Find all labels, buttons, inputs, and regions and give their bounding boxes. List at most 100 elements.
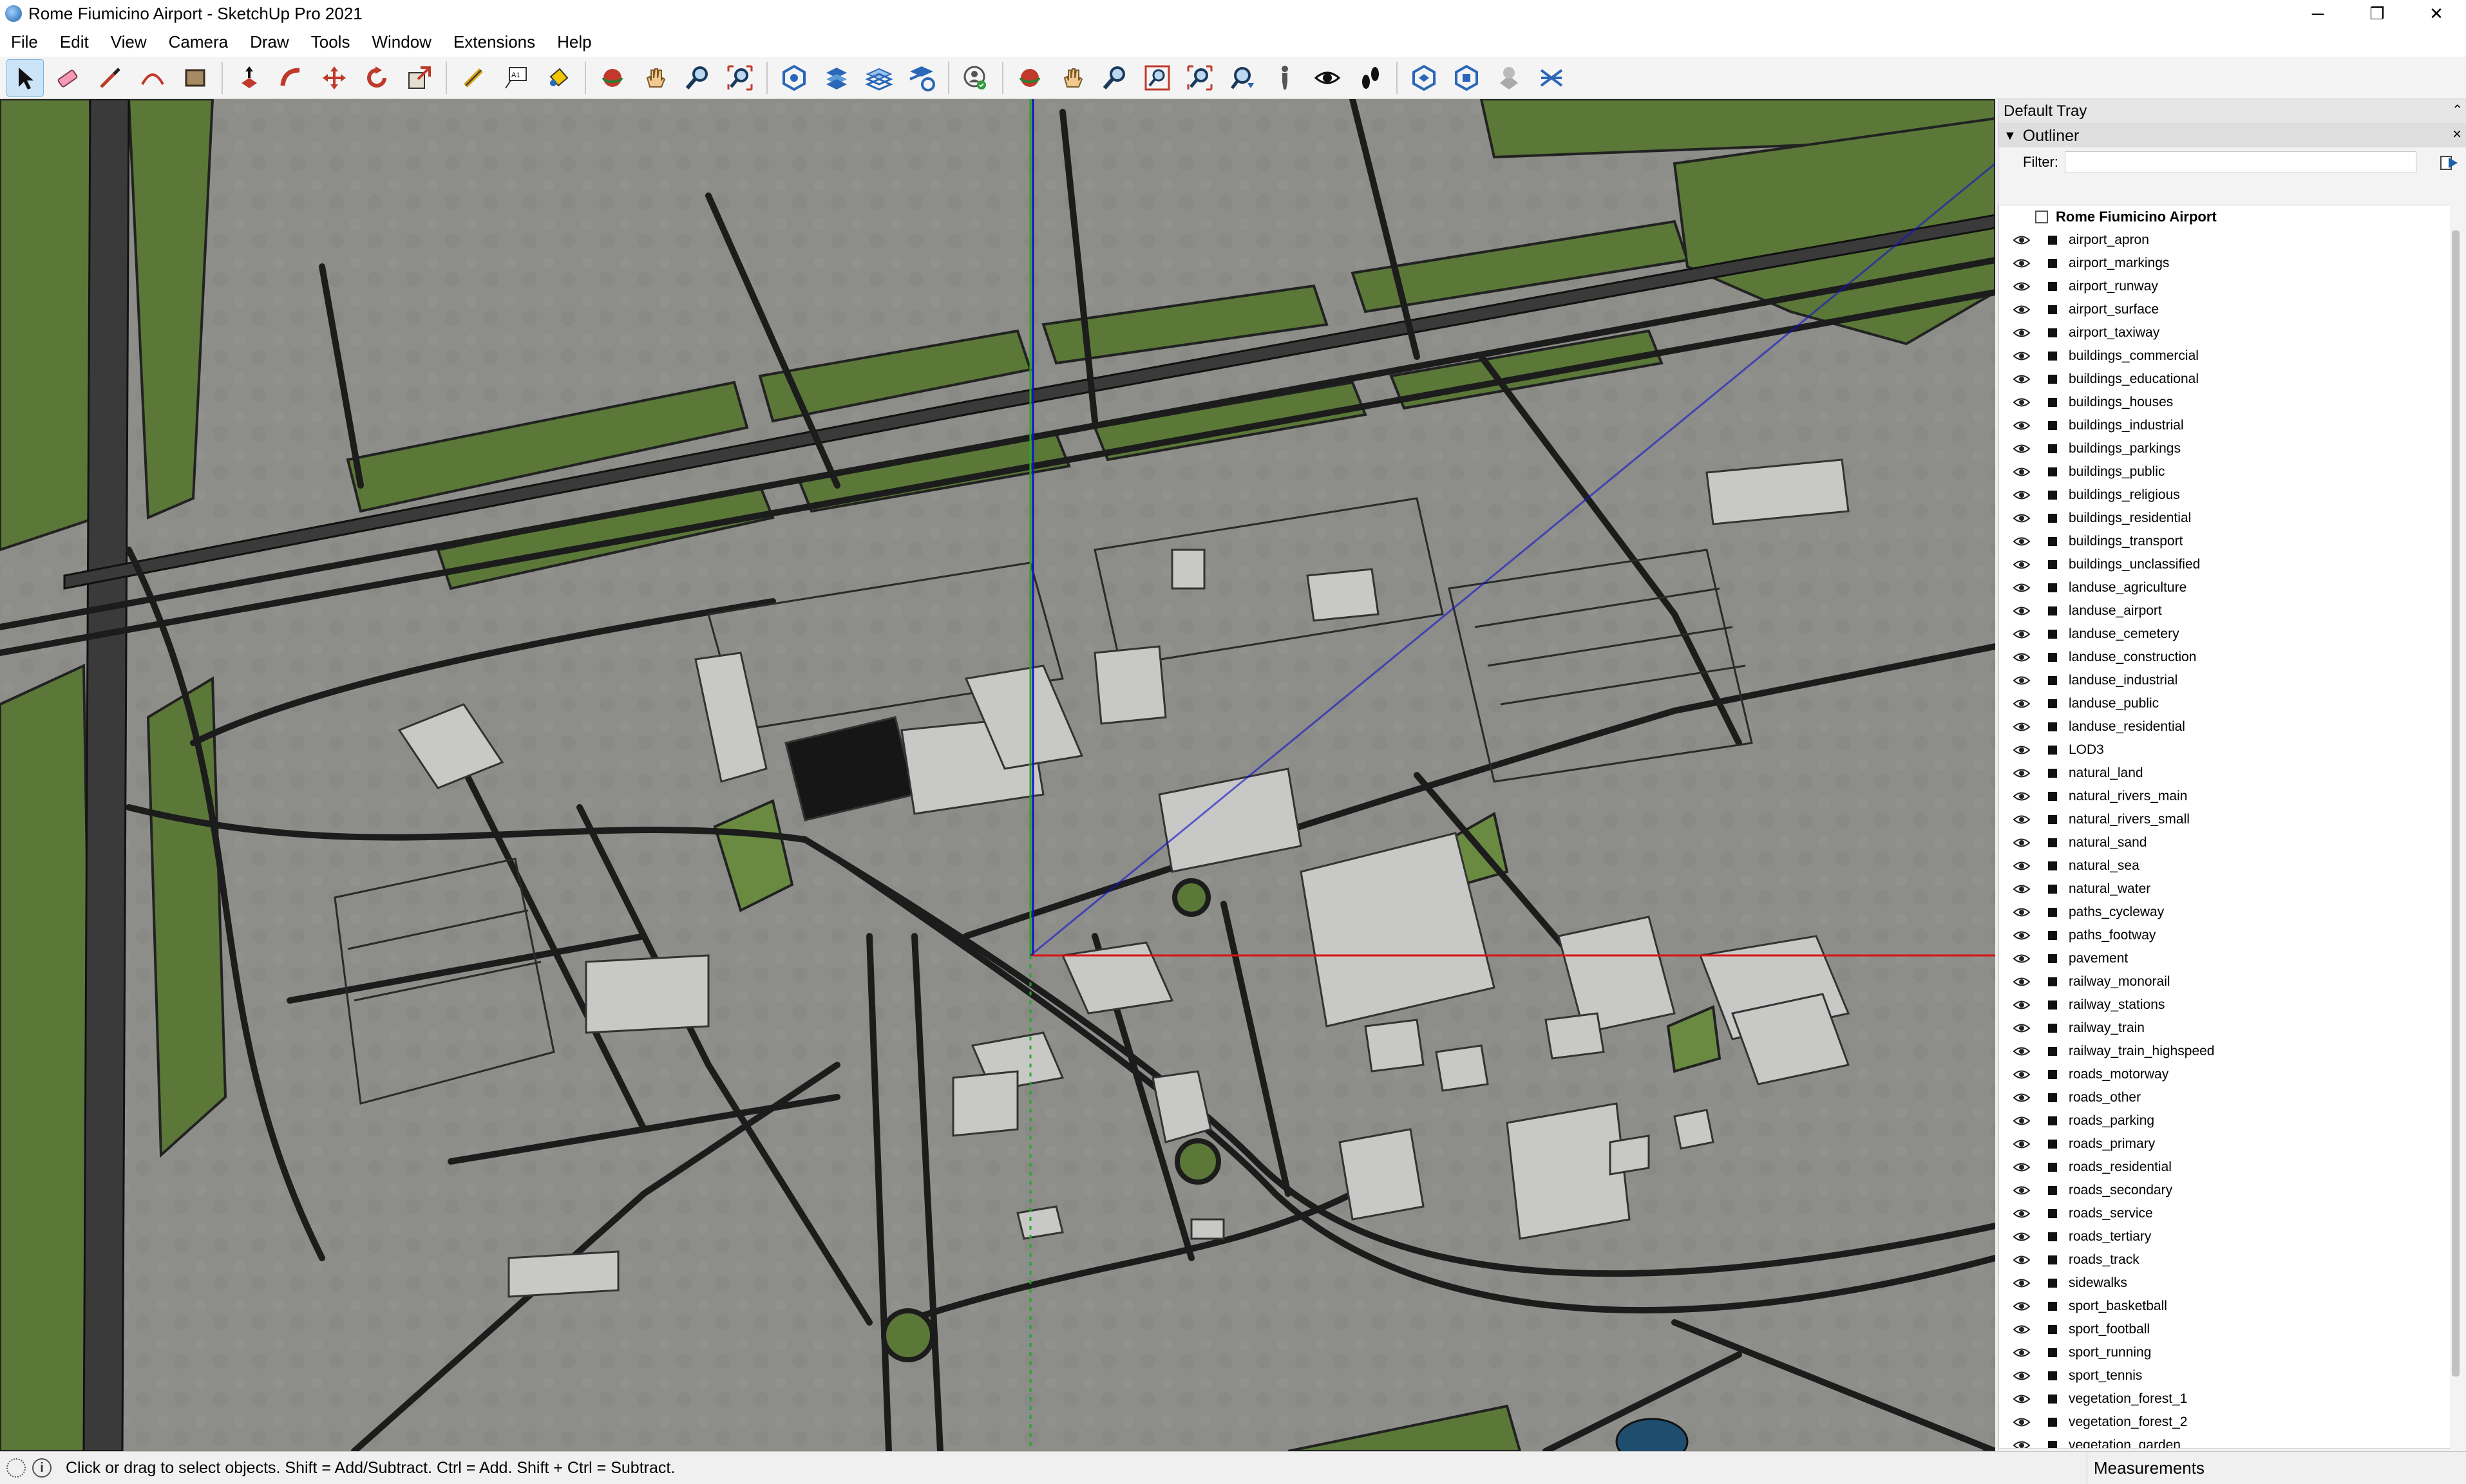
outliner-layer-row[interactable]: roads_other <box>1999 1086 2450 1109</box>
visibility-eye-icon[interactable] <box>2011 652 2033 662</box>
visibility-eye-icon[interactable] <box>2011 258 2033 268</box>
visibility-eye-icon[interactable] <box>2011 1440 2033 1448</box>
pin-icon[interactable]: ⌃ <box>2452 102 2463 118</box>
visibility-eye-icon[interactable] <box>2011 235 2033 245</box>
outliner-layer-row[interactable]: roads_track <box>1999 1248 2450 1272</box>
visibility-eye-icon[interactable] <box>2011 1069 2033 1080</box>
visibility-eye-icon[interactable] <box>2011 1417 2033 1427</box>
outliner-layer-row[interactable]: railway_stations <box>1999 993 2450 1017</box>
visibility-eye-icon[interactable] <box>2011 1139 2033 1149</box>
visibility-eye-icon[interactable] <box>2011 1278 2033 1288</box>
menu-camera[interactable]: Camera <box>158 32 239 52</box>
visibility-eye-icon[interactable] <box>2011 1000 2033 1010</box>
visibility-eye-icon[interactable] <box>2011 699 2033 709</box>
select-tool-button[interactable] <box>6 59 44 97</box>
outliner-layer-row[interactable]: buildings_residential <box>1999 507 2450 530</box>
visibility-eye-icon[interactable] <box>2011 1394 2033 1404</box>
menu-file[interactable]: File <box>0 32 49 52</box>
paint-bucket-tool-button[interactable] <box>540 59 577 97</box>
info-icon[interactable]: i <box>32 1458 52 1478</box>
menu-view[interactable]: View <box>100 32 158 52</box>
shape-tool-button[interactable] <box>176 59 214 97</box>
visibility-eye-icon[interactable] <box>2011 884 2033 894</box>
maximize-button[interactable]: ❐ <box>2347 0 2407 27</box>
line-tool-button[interactable] <box>91 59 129 97</box>
visibility-eye-icon[interactable] <box>2011 1255 2033 1265</box>
outliner-layer-row[interactable]: sport_football <box>1999 1318 2450 1341</box>
outliner-layer-row[interactable]: paths_footway <box>1999 924 2450 947</box>
visibility-eye-icon[interactable] <box>2011 1116 2033 1126</box>
visibility-eye-icon[interactable] <box>2011 722 2033 732</box>
outliner-scrollbar[interactable] <box>2450 205 2461 1447</box>
rotate-tool-button[interactable] <box>358 59 395 97</box>
outliner-layer-row[interactable]: railway_train <box>1999 1017 2450 1040</box>
pan-tool-button-2[interactable] <box>1054 59 1091 97</box>
outliner-layer-row[interactable]: roads_residential <box>1999 1156 2450 1179</box>
orbit-tool-button[interactable] <box>594 59 631 97</box>
outliner-layer-row[interactable]: LOD3 <box>1999 738 2450 762</box>
visibility-eye-icon[interactable] <box>2011 1023 2033 1033</box>
outliner-layer-row[interactable]: railway_monorail <box>1999 970 2450 993</box>
menu-tools[interactable]: Tools <box>300 32 361 52</box>
outliner-layer-row[interactable]: buildings_public <box>1999 460 2450 484</box>
visibility-eye-icon[interactable] <box>2011 467 2033 477</box>
zoom-tool-button-2[interactable] <box>1096 59 1133 97</box>
outliner-layer-row[interactable]: natural_rivers_main <box>1999 785 2450 808</box>
outliner-layer-row[interactable]: natural_sand <box>1999 831 2450 854</box>
outliner-layer-row[interactable]: airport_surface <box>1999 298 2450 321</box>
outliner-layer-row[interactable]: sport_running <box>1999 1341 2450 1364</box>
close-panel-button[interactable]: × <box>2452 126 2461 144</box>
scrollbar-thumb[interactable] <box>2452 230 2460 1376</box>
menu-edit[interactable]: Edit <box>49 32 100 52</box>
visibility-eye-icon[interactable] <box>2011 1208 2033 1219</box>
outliner-layer-row[interactable]: buildings_transport <box>1999 530 2450 553</box>
menu-draw[interactable]: Draw <box>239 32 300 52</box>
visibility-eye-icon[interactable] <box>2011 814 2033 825</box>
visibility-eye-icon[interactable] <box>2011 1301 2033 1311</box>
visibility-eye-icon[interactable] <box>2011 861 2033 871</box>
visibility-eye-icon[interactable] <box>2011 953 2033 964</box>
visibility-eye-icon[interactable] <box>2011 559 2033 570</box>
solid-tools-button[interactable] <box>903 59 940 97</box>
visibility-eye-icon[interactable] <box>2011 838 2033 848</box>
outliner-options-icon[interactable] <box>2440 154 2459 172</box>
visibility-eye-icon[interactable] <box>2011 1185 2033 1196</box>
outliner-layer-row[interactable]: sport_tennis <box>1999 1364 2450 1387</box>
instructor-icon[interactable] <box>6 1458 26 1478</box>
look-around-tool-button[interactable] <box>1309 59 1346 97</box>
visibility-eye-icon[interactable] <box>2011 768 2033 778</box>
visibility-eye-icon[interactable] <box>2011 397 2033 408</box>
outliner-layer-row[interactable]: buildings_religious <box>1999 484 2450 507</box>
filter-input[interactable] <box>2065 151 2416 173</box>
minimize-button[interactable]: ─ <box>2288 0 2347 27</box>
visibility-eye-icon[interactable] <box>2011 1348 2033 1358</box>
close-window-button[interactable]: ✕ <box>2407 0 2466 27</box>
outliner-layer-row[interactable]: vegetation_garden <box>1999 1434 2450 1448</box>
model-viewport[interactable] <box>0 99 1995 1451</box>
orbit-tool-button-2[interactable] <box>1011 59 1048 97</box>
outliner-layer-row[interactable]: natural_sea <box>1999 854 2450 878</box>
outliner-layer-row[interactable]: airport_taxiway <box>1999 321 2450 344</box>
menu-window[interactable]: Window <box>361 32 442 52</box>
visibility-eye-icon[interactable] <box>2011 490 2033 500</box>
outliner-layer-row[interactable]: buildings_unclassified <box>1999 553 2450 576</box>
outliner-layer-row[interactable]: airport_markings <box>1999 252 2450 275</box>
visibility-eye-icon[interactable] <box>2011 745 2033 755</box>
visibility-eye-icon[interactable] <box>2011 328 2033 338</box>
outliner-layer-row[interactable]: airport_runway <box>1999 275 2450 298</box>
visibility-eye-icon[interactable] <box>2011 1371 2033 1381</box>
outliner-layer-row[interactable]: vegetation_forest_1 <box>1999 1387 2450 1411</box>
outliner-layer-row[interactable]: paths_cycleway <box>1999 901 2450 924</box>
scale-tool-button[interactable] <box>401 59 438 97</box>
push-pull-tool-button[interactable] <box>231 59 268 97</box>
pan-tool-button[interactable] <box>636 59 674 97</box>
outliner-layer-row[interactable]: landuse_public <box>1999 692 2450 715</box>
visibility-eye-icon[interactable] <box>2011 305 2033 315</box>
sandbox-tool-button-2[interactable] <box>1533 59 1570 97</box>
zoom-extents-tool-button-2[interactable] <box>1181 59 1219 97</box>
visibility-eye-icon[interactable] <box>2011 583 2033 593</box>
outliner-layer-row[interactable]: sidewalks <box>1999 1272 2450 1295</box>
outliner-layer-row[interactable]: natural_land <box>1999 762 2450 785</box>
visibility-eye-icon[interactable] <box>2011 1232 2033 1242</box>
move-tool-button[interactable] <box>316 59 353 97</box>
